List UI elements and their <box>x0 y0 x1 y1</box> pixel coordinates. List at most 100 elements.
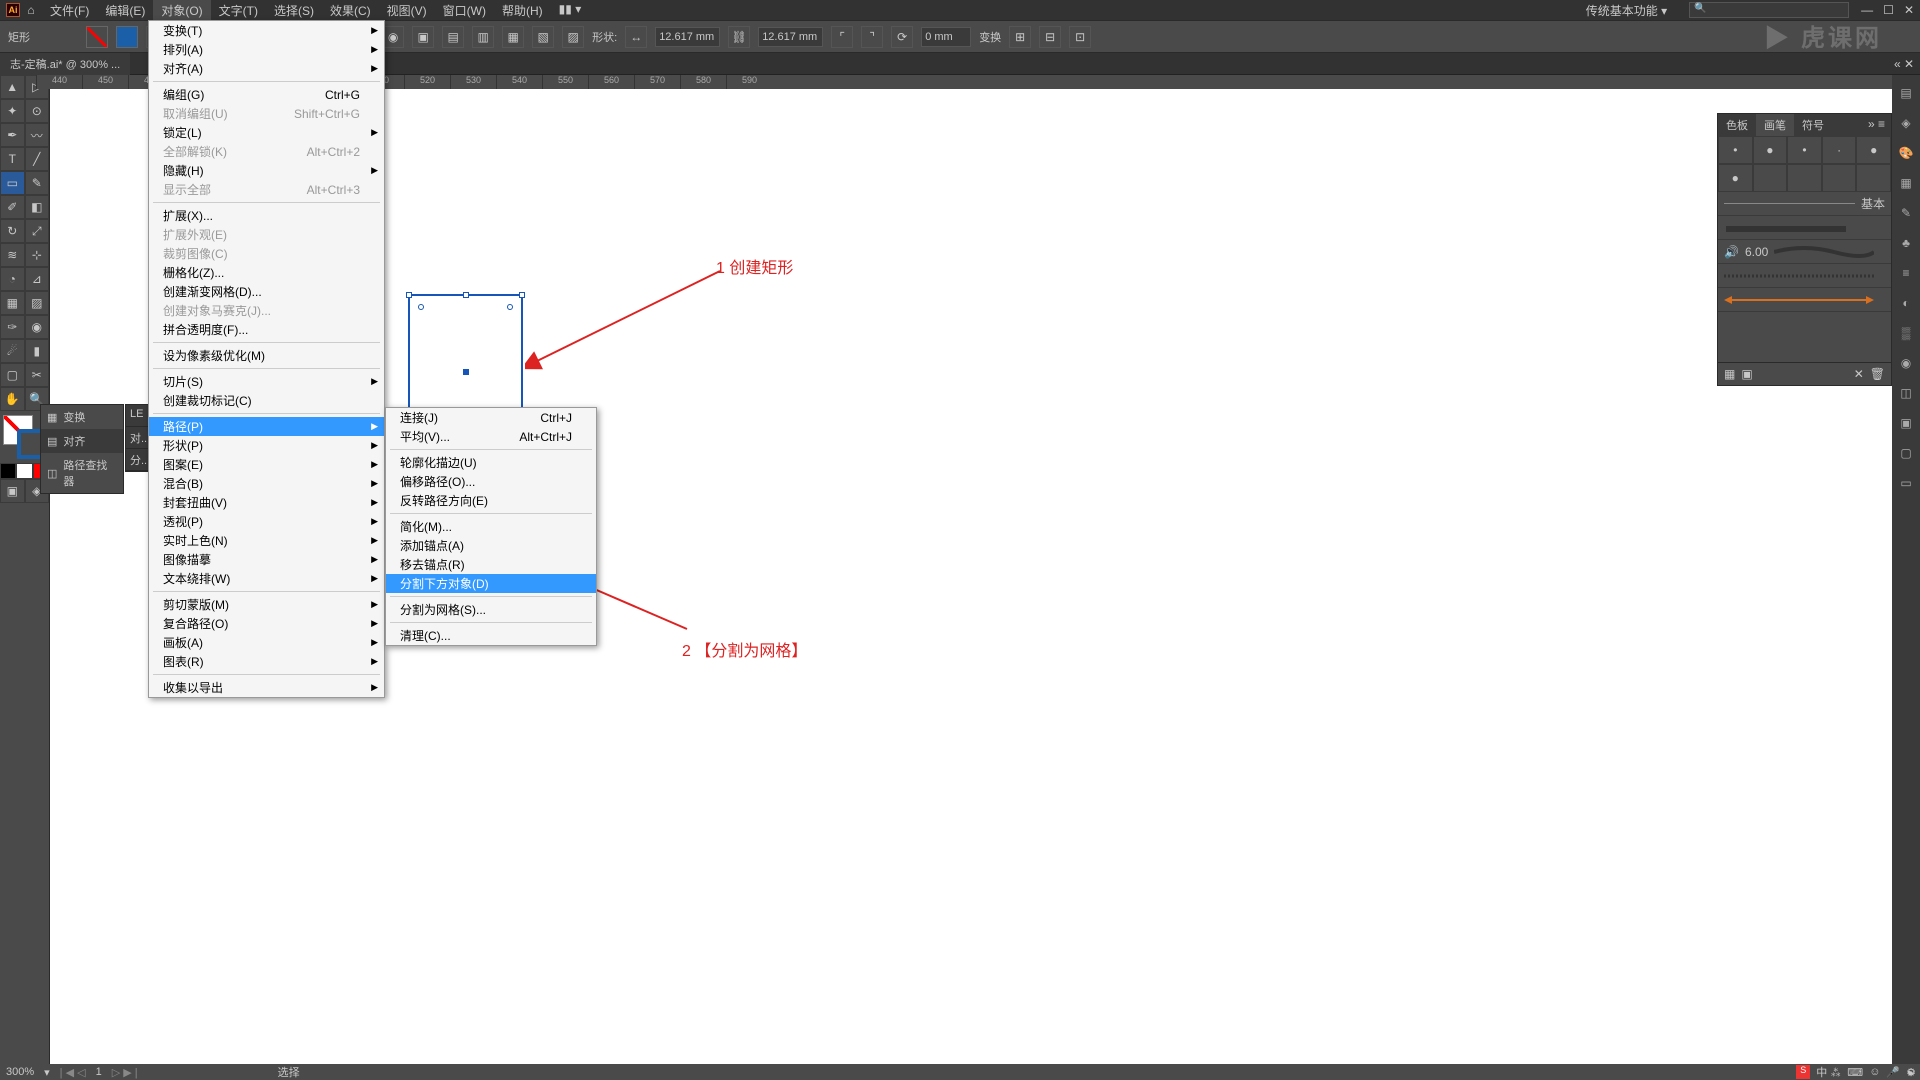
column-graph-tool[interactable]: ▮ <box>25 339 50 363</box>
line-tool[interactable]: ╱ <box>25 147 50 171</box>
minimize-icon[interactable]: — <box>1861 3 1873 17</box>
symbol-sprayer-tool[interactable]: ☄ <box>0 339 25 363</box>
menu-item[interactable]: 排列(A)▶ <box>149 40 384 59</box>
menu-item[interactable]: 全部解锁(K)Alt+Ctrl+2 <box>149 142 384 161</box>
menu-item[interactable]: 图案(E)▶ <box>149 455 384 474</box>
menu-file[interactable]: 文件(F) <box>42 0 97 21</box>
menu-item[interactable]: 裁剪图像(C) <box>149 244 384 263</box>
menu-item[interactable]: 清理(C)... <box>386 626 596 645</box>
brush-6[interactable]: ● <box>1718 164 1753 192</box>
transparency-icon[interactable]: ▒ <box>1896 323 1916 343</box>
artboard-nav[interactable]: 1 <box>96 1066 102 1078</box>
asset-export-icon[interactable]: ▢ <box>1896 443 1916 463</box>
shape-builder-tool[interactable]: ◔ <box>0 267 25 291</box>
menu-item[interactable]: 简化(M)... <box>386 517 596 536</box>
color-icon[interactable]: 🎨 <box>1896 143 1916 163</box>
menu-item[interactable]: 透视(P)▶ <box>149 512 384 531</box>
shaper-tool[interactable]: ✐ <box>0 195 25 219</box>
tab-brushes[interactable]: 画笔 <box>1756 114 1794 136</box>
menu-item[interactable]: 锁定(L)▶ <box>149 123 384 142</box>
menu-item[interactable]: 实时上色(N)▶ <box>149 531 384 550</box>
menu-item[interactable]: 剪切蒙版(M)▶ <box>149 595 384 614</box>
panel-pathfinder[interactable]: ◫ 路径查找器 <box>41 453 123 493</box>
stock-search[interactable]: 🔍 <box>1689 2 1849 18</box>
swatches-icon[interactable]: ▦ <box>1896 173 1916 193</box>
menu-item[interactable]: 拼合透明度(F)... <box>149 320 384 339</box>
menu-item[interactable]: 画板(A)▶ <box>149 633 384 652</box>
menu-item[interactable]: 栅格化(Z)... <box>149 263 384 282</box>
tray-keyboard-icon[interactable]: ⌨ <box>1847 1066 1863 1079</box>
symbols-icon[interactable]: ♣ <box>1896 233 1916 253</box>
menu-arrange[interactable]: ▮▮ ▾ <box>551 0 590 21</box>
stroke-panel-icon[interactable]: ≡ <box>1896 263 1916 283</box>
type-tool[interactable]: T <box>0 147 25 171</box>
graphic-styles-icon[interactable]: ◫ <box>1896 383 1916 403</box>
brush-stroke-sample-1[interactable] <box>1724 220 1864 236</box>
recolor-icon[interactable]: ◉ <box>382 26 404 48</box>
menu-item[interactable]: 图像描摹▶ <box>149 550 384 569</box>
perspective-tool[interactable]: ⊿ <box>25 267 50 291</box>
panel-align[interactable]: ▤ 对齐 <box>41 429 123 453</box>
home-icon[interactable]: ⌂ <box>24 3 38 17</box>
menu-item[interactable]: 平均(V)...Alt+Ctrl+J <box>386 427 596 446</box>
menu-item[interactable]: 反转路径方向(E) <box>386 491 596 510</box>
menu-item[interactable]: 复合路径(O)▶ <box>149 614 384 633</box>
panel-new-icon[interactable]: ✕ <box>1854 367 1864 381</box>
tray-lang[interactable]: 中 ⁂ <box>1816 1064 1841 1080</box>
menu-item[interactable]: 文本绕排(W)▶ <box>149 569 384 588</box>
artboard-tool[interactable]: ▢ <box>0 363 25 387</box>
curvature-tool[interactable]: 〰 <box>25 123 50 147</box>
menu-edit[interactable]: 编辑(E) <box>97 0 153 21</box>
tray-settings-icon[interactable]: ⚙ <box>1906 1066 1916 1079</box>
slice-tool[interactable]: ✂ <box>25 363 50 387</box>
eyedropper-tool[interactable]: ✑ <box>0 315 25 339</box>
menu-view[interactable]: 视图(V) <box>379 0 435 21</box>
fill-swatch[interactable] <box>86 26 108 48</box>
document-tab[interactable]: 志-定稿.ai* @ 300% ... <box>0 53 130 75</box>
menu-item[interactable]: 变换(T)▶ <box>149 21 384 40</box>
link-icon[interactable]: ⛓ <box>728 26 750 48</box>
corner-icon[interactable]: ⌜ <box>831 26 853 48</box>
blend-tool[interactable]: ◉ <box>25 315 50 339</box>
menu-item[interactable]: 分割为网格(S)... <box>386 600 596 619</box>
gradient-panel-icon[interactable]: ◐ <box>1896 293 1916 313</box>
brush-stroke-sample-3[interactable] <box>1724 269 1874 283</box>
brush-2[interactable]: ● <box>1753 136 1788 164</box>
panel-transform[interactable]: ▦ 变换 <box>41 405 123 429</box>
brush-1[interactable]: • <box>1718 136 1753 164</box>
brush-stroke-sample-4[interactable] <box>1724 293 1874 307</box>
menu-item[interactable]: 设为像素级优化(M) <box>149 346 384 365</box>
tab-symbols[interactable]: 符号 <box>1794 114 1832 136</box>
hand-tool[interactable]: ✋ <box>0 387 25 411</box>
tray-emoji-icon[interactable]: ☺ <box>1869 1066 1880 1078</box>
mesh-tool[interactable]: ▦ <box>0 291 25 315</box>
align2-icon[interactable]: ▤ <box>442 26 464 48</box>
rectangle-tool[interactable]: ▭ <box>0 171 25 195</box>
tray-mic-icon[interactable]: 🎤 <box>1886 1066 1900 1079</box>
menu-effect[interactable]: 效果(C) <box>322 0 379 21</box>
lasso-tool[interactable]: ⊙ <box>25 99 50 123</box>
brush-5[interactable]: ● <box>1856 136 1891 164</box>
menu-item[interactable]: 路径(P)▶ <box>149 417 384 436</box>
maximize-icon[interactable]: ☐ <box>1883 3 1894 17</box>
magic-wand-tool[interactable]: ✦ <box>0 99 25 123</box>
panel-btn-2[interactable]: ▣ <box>1741 367 1752 381</box>
zoom-level[interactable]: 300% <box>6 1066 34 1078</box>
menu-item[interactable]: 移去锚点(R) <box>386 555 596 574</box>
transform2-icon[interactable]: ⊟ <box>1039 26 1061 48</box>
close-icon[interactable]: ✕ <box>1904 3 1914 17</box>
transform1-icon[interactable]: ⊞ <box>1009 26 1031 48</box>
free-transform-tool[interactable]: ⊹ <box>25 243 50 267</box>
align6-icon[interactable]: ▨ <box>562 26 584 48</box>
menu-item[interactable]: 扩展(X)... <box>149 206 384 225</box>
menu-help[interactable]: 帮助(H) <box>494 0 551 21</box>
panel-delete-icon[interactable]: 🗑 <box>1870 367 1885 381</box>
transform3-icon[interactable]: ⊡ <box>1069 26 1091 48</box>
corner-value[interactable] <box>921 27 971 47</box>
menu-item[interactable]: 扩展外观(E) <box>149 225 384 244</box>
align4-icon[interactable]: ▦ <box>502 26 524 48</box>
artboards-icon[interactable]: ▭ <box>1896 473 1916 493</box>
menu-item[interactable]: 图表(R)▶ <box>149 652 384 671</box>
menu-select[interactable]: 选择(S) <box>266 0 322 21</box>
speaker-icon[interactable]: 🔊 <box>1724 245 1739 259</box>
